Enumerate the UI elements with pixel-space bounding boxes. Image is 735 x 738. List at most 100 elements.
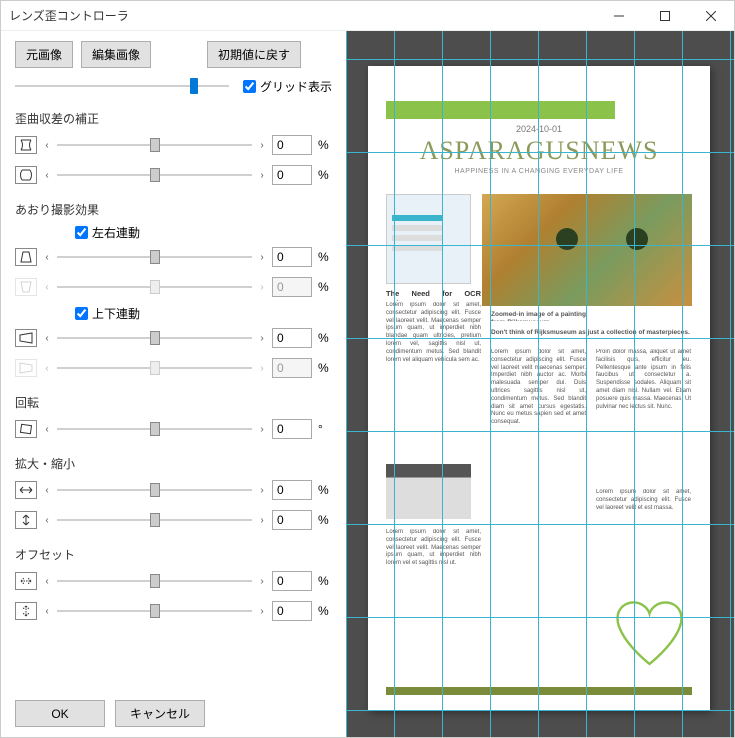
increase-button[interactable]: › — [258, 333, 266, 344]
decrease-button[interactable]: ‹ — [43, 252, 51, 263]
increase-button[interactable]: › — [258, 140, 266, 151]
increase-button[interactable]: › — [258, 485, 266, 496]
value-input[interactable] — [272, 510, 312, 530]
reset-defaults-button[interactable]: 初期値に戻す — [207, 41, 301, 68]
offset-v-row: ‹ › % — [15, 599, 332, 623]
edited-image-button[interactable]: 編集画像 — [81, 41, 151, 68]
unit-label: ° — [318, 422, 332, 436]
decrease-button[interactable]: ‹ — [43, 140, 51, 151]
doc-col-1: Lorem ipsum dolor sit amet, consectetur … — [386, 302, 481, 457]
original-image-button[interactable]: 元画像 — [15, 41, 73, 68]
value-input[interactable] — [272, 419, 312, 439]
slider[interactable] — [57, 572, 252, 590]
unit-label: % — [318, 168, 332, 182]
unit-label: % — [318, 280, 332, 294]
lr-link-checkbox[interactable]: 左右連動 — [75, 224, 332, 241]
value-input — [272, 277, 312, 297]
scale-v-row: ‹ › % — [15, 508, 332, 532]
increase-button[interactable]: › — [258, 252, 266, 263]
slider[interactable] — [57, 329, 252, 347]
slider — [57, 359, 252, 377]
trapezoid-v2-icon — [15, 278, 37, 296]
rotate-icon — [15, 420, 37, 438]
minimize-button[interactable] — [596, 1, 642, 31]
increase-button[interactable]: › — [258, 606, 266, 617]
tilt-row-4: ‹ › % — [15, 356, 332, 380]
barrel-out-icon — [15, 166, 37, 184]
value-input[interactable] — [272, 571, 312, 591]
value-input[interactable] — [272, 247, 312, 267]
trapezoid-v-icon — [15, 248, 37, 266]
scale-label: 拡大・縮小 — [15, 455, 332, 472]
rotation-label: 回転 — [15, 394, 332, 411]
offset-v-icon — [15, 602, 37, 620]
increase-button[interactable]: › — [258, 576, 266, 587]
unit-label: % — [318, 604, 332, 618]
offset-h-icon — [15, 572, 37, 590]
distortion-row-1: ‹ › % — [15, 133, 332, 157]
preview-zoom-slider[interactable] — [15, 76, 229, 96]
decrease-button[interactable]: ‹ — [43, 485, 51, 496]
value-input[interactable] — [272, 165, 312, 185]
unit-label: % — [318, 138, 332, 152]
distortion-label: 歪曲収差の補正 — [15, 110, 332, 127]
unit-label: % — [318, 513, 332, 527]
unit-label: % — [318, 250, 332, 264]
value-input — [272, 358, 312, 378]
slider — [57, 278, 252, 296]
slider[interactable] — [57, 481, 252, 499]
value-input[interactable] — [272, 135, 312, 155]
content: 元画像 編集画像 初期値に戻す グリッド表示 歪曲収差の補正 ‹ — [1, 31, 734, 737]
scale-v-icon — [15, 511, 37, 529]
grid-display-checkbox[interactable]: グリッド表示 — [243, 78, 332, 95]
window-title: レンズ歪コントローラ — [9, 7, 596, 24]
offset-h-row: ‹ › % — [15, 569, 332, 593]
doc-date: 2024-10-01 — [386, 124, 692, 134]
tilt-row-3: ‹ › % — [15, 326, 332, 350]
decrease-button[interactable]: ‹ — [43, 170, 51, 181]
unit-label: % — [318, 574, 332, 588]
slider[interactable] — [57, 511, 252, 529]
titlebar: レンズ歪コントローラ — [1, 1, 734, 31]
value-input[interactable] — [272, 601, 312, 621]
offset-label: オフセット — [15, 546, 332, 563]
decrease-button: ‹ — [43, 363, 51, 374]
decrease-button[interactable]: ‹ — [43, 606, 51, 617]
tilt-row-1: ‹ › % — [15, 245, 332, 269]
value-input[interactable] — [272, 328, 312, 348]
cancel-button[interactable]: キャンセル — [115, 700, 205, 727]
maximize-button[interactable] — [642, 1, 688, 31]
doc-col-1b: Lorem ipsum dolor sit amet, consectetur … — [386, 529, 481, 669]
increase-button[interactable]: › — [258, 170, 266, 181]
decrease-button[interactable]: ‹ — [43, 333, 51, 344]
scale-h-row: ‹ › % — [15, 478, 332, 502]
increase-button[interactable]: › — [258, 515, 266, 526]
slider[interactable] — [57, 248, 252, 266]
rotation-row: ‹ › ° — [15, 417, 332, 441]
unit-label: % — [318, 483, 332, 497]
slider[interactable] — [57, 166, 252, 184]
decrease-button[interactable]: ‹ — [43, 576, 51, 587]
value-input[interactable] — [272, 480, 312, 500]
close-button[interactable] — [688, 1, 734, 31]
decrease-button[interactable]: ‹ — [43, 515, 51, 526]
slider[interactable] — [57, 136, 252, 154]
doc-app-image — [386, 464, 471, 519]
distortion-row-2: ‹ › % — [15, 163, 332, 187]
increase-button[interactable]: › — [258, 424, 266, 435]
slider[interactable] — [57, 602, 252, 620]
slider[interactable] — [57, 420, 252, 438]
window: レンズ歪コントローラ 元画像 編集画像 初期値に戻す グリッド表示 — [0, 0, 735, 738]
decrease-button: ‹ — [43, 282, 51, 293]
doc-col-2: Lorem ipsum dolor sit amet, consectetur … — [491, 349, 586, 589]
increase-button: › — [258, 282, 266, 293]
doc-banner-bottom — [386, 687, 692, 695]
doc-heart-image — [607, 596, 692, 676]
ud-link-checkbox[interactable]: 上下連動 — [75, 305, 332, 322]
unit-label: % — [318, 361, 332, 375]
doc-banner — [386, 101, 615, 119]
trapezoid-h-icon — [15, 329, 37, 347]
barrel-in-icon — [15, 136, 37, 154]
ok-button[interactable]: OK — [15, 700, 105, 727]
decrease-button[interactable]: ‹ — [43, 424, 51, 435]
